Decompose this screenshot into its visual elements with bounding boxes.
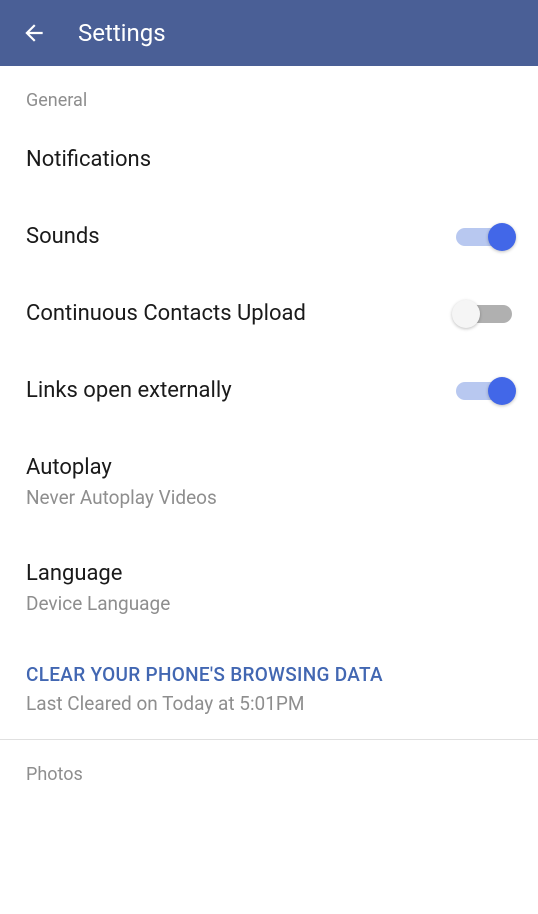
row-title: Language <box>26 561 512 586</box>
row-title: Continuous Contacts Upload <box>26 301 456 326</box>
page-title: Settings <box>78 19 166 47</box>
row-autoplay[interactable]: Autoplay Never Autoplay Videos <box>0 429 538 535</box>
row-notifications[interactable]: Notifications <box>0 121 538 198</box>
section-label-general: General <box>0 66 538 121</box>
row-title: Autoplay <box>26 455 512 480</box>
row-sounds[interactable]: Sounds <box>0 198 538 275</box>
toggle-knob <box>452 300 480 328</box>
row-text: Notifications <box>26 147 512 172</box>
toggle-knob <box>488 377 516 405</box>
row-title: Sounds <box>26 224 456 249</box>
app-header: Settings <box>0 0 538 66</box>
row-clear-browsing-data[interactable]: CLEAR YOUR PHONE'S BROWSING DATA Last Cl… <box>0 641 538 733</box>
settings-content: General Notifications Sounds Continuous … <box>0 66 538 795</box>
row-contacts-upload[interactable]: Continuous Contacts Upload <box>0 275 538 352</box>
row-text: Autoplay Never Autoplay Videos <box>26 455 512 509</box>
toggle-links-external[interactable] <box>456 382 512 400</box>
row-title: Notifications <box>26 147 512 172</box>
row-text: Continuous Contacts Upload <box>26 301 456 326</box>
toggle-knob <box>488 223 516 251</box>
section-label-photos: Photos <box>0 740 538 795</box>
toggle-sounds[interactable] <box>456 228 512 246</box>
toggle-contacts-upload[interactable] <box>456 305 512 323</box>
row-links-external[interactable]: Links open externally <box>0 352 538 429</box>
back-button[interactable] <box>20 19 48 47</box>
row-language[interactable]: Language Device Language <box>0 535 538 641</box>
row-text: Links open externally <box>26 378 456 403</box>
row-action-title: CLEAR YOUR PHONE'S BROWSING DATA <box>26 663 512 686</box>
arrow-left-icon <box>21 20 47 46</box>
row-text: Sounds <box>26 224 456 249</box>
row-text: Language Device Language <box>26 561 512 615</box>
row-subtitle: Never Autoplay Videos <box>26 486 512 509</box>
row-title: Links open externally <box>26 378 456 403</box>
row-subtitle: Device Language <box>26 592 512 615</box>
row-action-subtitle: Last Cleared on Today at 5:01PM <box>26 692 512 715</box>
